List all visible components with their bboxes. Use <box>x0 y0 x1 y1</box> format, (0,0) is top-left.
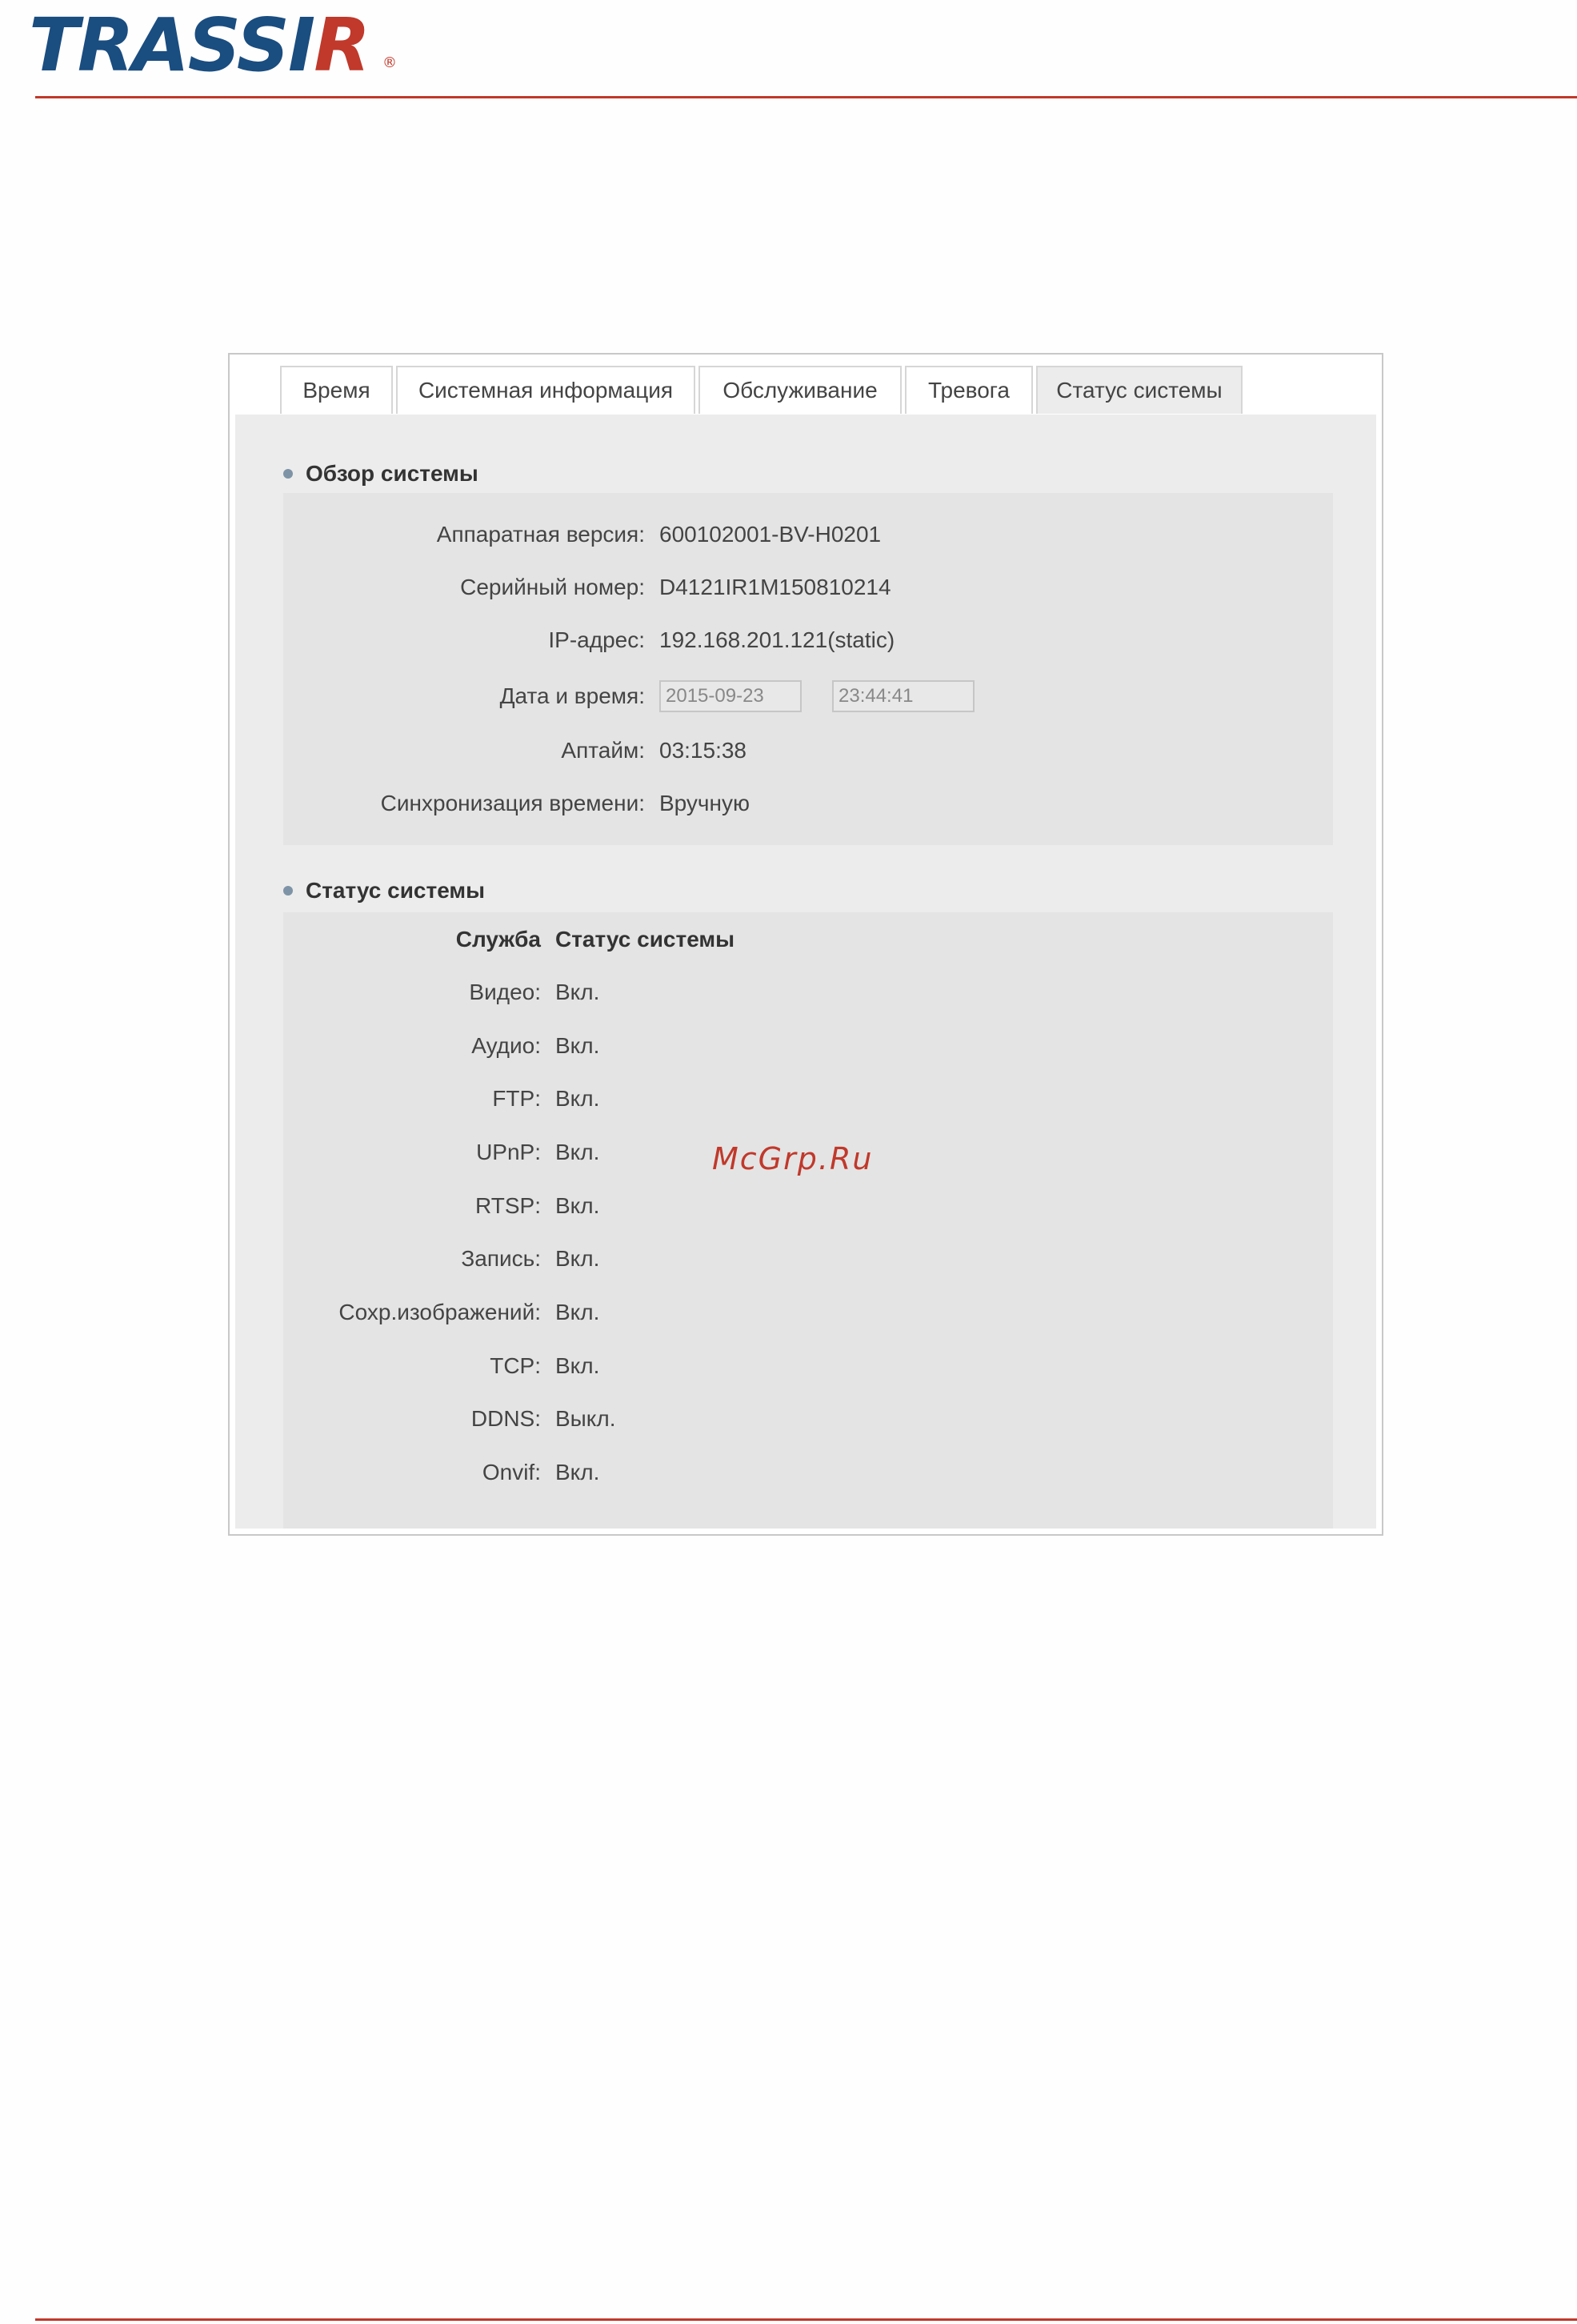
tab-content: Обзор системы Аппаратная версия: 6001020… <box>235 415 1376 1529</box>
service-state: Вкл. <box>555 980 600 1004</box>
service-state: Выкл. <box>555 1406 616 1431</box>
ip-label: IP-адрес: <box>548 627 645 652</box>
service-label: Сохр.изображений: <box>338 1300 541 1324</box>
trassir-logo: TRASSIR ® <box>29 2 405 88</box>
serial-label: Серийный номер: <box>460 575 645 599</box>
tab-system-info[interactable]: Системная информация <box>396 366 695 414</box>
watermark-text: McGrp.Ru <box>712 1141 874 1176</box>
serial-row: Серийный номер: D4121IR1M150810214 <box>283 571 891 603</box>
service-state: Вкл. <box>555 1353 600 1378</box>
tab-maintenance[interactable]: Обслуживание <box>698 366 902 414</box>
uptime-value: 03:15:38 <box>659 738 746 763</box>
time-sync-value: Вручную <box>659 791 750 815</box>
tab-bar: Время Системная информация Обслуживание … <box>280 366 1246 415</box>
service-state: Вкл. <box>555 1086 600 1111</box>
status-column-header: Статус системы <box>555 927 735 952</box>
tab-time[interactable]: Время <box>280 366 393 414</box>
service-label: DDNS: <box>470 1406 541 1431</box>
tab-alarm[interactable]: Тревога <box>905 366 1033 414</box>
status-row: Видео: Вкл. <box>283 976 599 1008</box>
service-label: RTSP: <box>475 1193 541 1218</box>
overview-section-title: Обзор системы <box>283 461 478 487</box>
serial-value: D4121IR1M150810214 <box>659 575 891 599</box>
time-sync-row: Синхронизация времени: Вручную <box>283 787 750 819</box>
datetime-row: Дата и время: 2015-09-23 23:44:41 <box>283 680 975 712</box>
ip-value: 192.168.201.121(static) <box>659 627 895 652</box>
service-label: Видео: <box>469 980 541 1004</box>
status-row: FTP: Вкл. <box>283 1083 599 1115</box>
registered-mark: ® <box>382 54 397 71</box>
tab-system-status[interactable]: Статус системы <box>1036 366 1243 414</box>
service-state: Вкл. <box>555 1300 600 1324</box>
status-row: UPnP: Вкл. <box>283 1136 599 1168</box>
settings-panel: Время Системная информация Обслуживание … <box>228 353 1383 1536</box>
status-row: TCP: Вкл. <box>283 1350 599 1382</box>
status-block: Служба Статус системы Видео: Вкл. Аудио:… <box>283 912 1333 1529</box>
status-row: Аудио: Вкл. <box>283 1030 599 1062</box>
status-row: DDNS: Выкл. <box>283 1403 616 1435</box>
date-field[interactable]: 2015-09-23 <box>659 680 802 712</box>
status-row: Запись: Вкл. <box>283 1243 599 1275</box>
service-label: FTP: <box>492 1086 541 1111</box>
hw-version-value: 600102001-BV-H0201 <box>659 522 882 547</box>
header-divider <box>35 96 1577 98</box>
status-row: RTSP: Вкл. <box>283 1190 599 1222</box>
service-state: Вкл. <box>555 1460 600 1485</box>
service-state: Вкл. <box>555 1140 600 1164</box>
status-header-row: Служба Статус системы <box>283 924 734 956</box>
datetime-label: Дата и время: <box>499 683 645 708</box>
service-state: Вкл. <box>555 1033 600 1058</box>
footer-divider <box>35 2318 1577 2321</box>
bullet-icon <box>283 886 293 896</box>
time-sync-label: Синхронизация времени: <box>380 791 645 815</box>
service-state: Вкл. <box>555 1193 600 1218</box>
status-row: Onvif: Вкл. <box>283 1457 600 1489</box>
hw-version-row: Аппаратная версия: 600102001-BV-H0201 <box>283 519 881 551</box>
service-column-header: Служба <box>455 927 541 952</box>
hw-version-label: Аппаратная версия: <box>436 522 645 547</box>
service-label: Аудио: <box>471 1033 541 1058</box>
service-label: Запись: <box>461 1246 541 1271</box>
uptime-label: Аптайм: <box>561 738 645 763</box>
logo-wordmark: TRASSIR <box>29 2 370 88</box>
service-label: TCP: <box>490 1353 541 1378</box>
status-section-title: Статус системы <box>283 878 485 904</box>
service-state: Вкл. <box>555 1246 600 1271</box>
time-field[interactable]: 23:44:41 <box>832 680 975 712</box>
bullet-icon <box>283 469 293 479</box>
uptime-row: Аптайм: 03:15:38 <box>283 735 746 767</box>
ip-row: IP-адрес: 192.168.201.121(static) <box>283 624 895 656</box>
overview-block: Аппаратная версия: 600102001-BV-H0201 Се… <box>283 493 1333 845</box>
service-label: UPnP: <box>476 1140 541 1164</box>
service-label: Onvif: <box>482 1460 541 1485</box>
status-row: Сохр.изображений: Вкл. <box>283 1296 599 1328</box>
